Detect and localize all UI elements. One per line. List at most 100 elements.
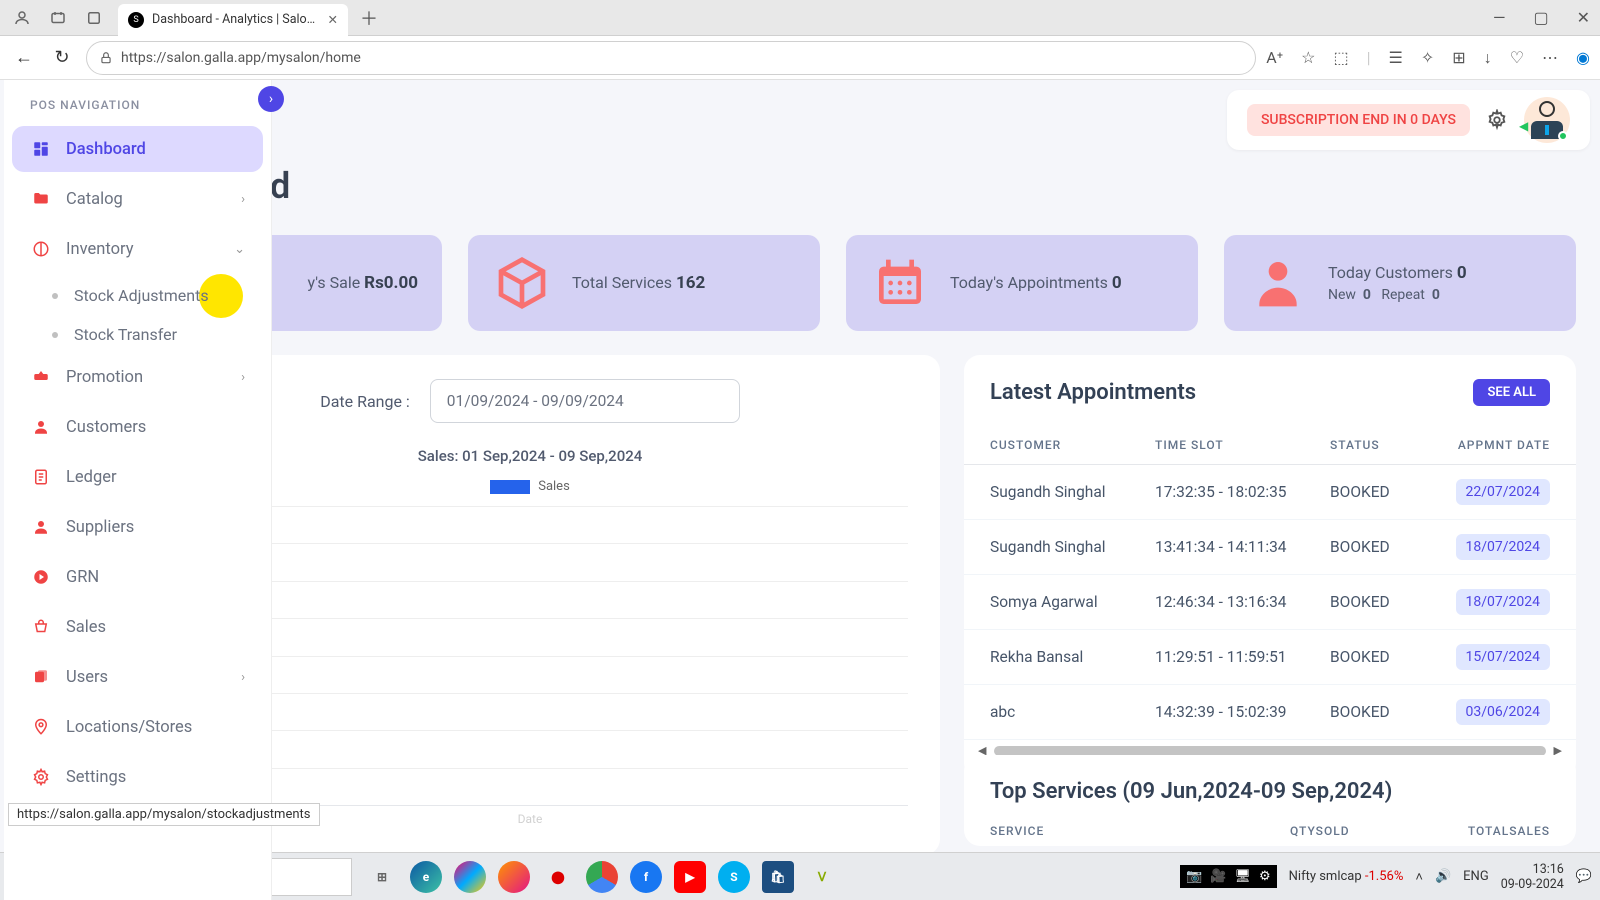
calendar-icon xyxy=(870,253,930,313)
sidebar-heading: POS NAVIGATION xyxy=(12,98,263,126)
workspaces-icon[interactable] xyxy=(46,6,70,30)
stock-widget[interactable]: Nifty smlcap -1.56% xyxy=(1289,869,1404,884)
tray-chevron-icon[interactable]: ˄ xyxy=(1415,869,1423,885)
folder-icon xyxy=(30,188,52,210)
date-range-input[interactable]: 01/09/2024 - 09/09/2024 xyxy=(430,379,740,423)
sidebar-item-catalog[interactable]: Catalog › xyxy=(12,176,263,222)
scroll-thumb[interactable] xyxy=(994,746,1545,756)
sidebar-item-suppliers[interactable]: Suppliers xyxy=(12,504,263,550)
sidebar-item-sales[interactable]: Sales xyxy=(12,604,263,650)
browser-menu-icon[interactable]: ♡ xyxy=(1510,48,1524,67)
sidebar-item-label: Suppliers xyxy=(66,518,134,537)
cell-customer: Sugandh Singhal xyxy=(990,483,1155,501)
new-tab-button[interactable]: ＋ xyxy=(360,5,378,31)
see-all-button[interactable]: SEE ALL xyxy=(1473,379,1550,406)
profile-icon[interactable] xyxy=(10,6,34,30)
table-row[interactable]: Sugandh Singhal13:41:34 - 14:11:34BOOKED… xyxy=(964,520,1576,575)
cell-time: 12:46:34 - 13:16:34 xyxy=(1155,593,1330,611)
volume-icon[interactable]: 🔊 xyxy=(1435,869,1451,884)
collections-icon[interactable]: ☰ xyxy=(1389,48,1403,67)
record-icon[interactable]: ⬤ xyxy=(542,861,574,893)
extensions-icon[interactable]: ⬚ xyxy=(1334,48,1349,67)
stat-sub-label: Repeat xyxy=(1381,287,1425,303)
read-aloud-icon[interactable]: A⁺ xyxy=(1266,48,1283,67)
browser-tab[interactable]: S Dashboard - Analytics | Salon & S ✕ xyxy=(118,4,348,36)
minimize-icon[interactable]: — xyxy=(1493,8,1506,27)
refresh-icon[interactable]: ↻ xyxy=(48,44,76,72)
sidebar-item-label: Locations/Stores xyxy=(66,718,192,737)
close-window-icon[interactable]: ✕ xyxy=(1577,8,1590,27)
app-icon-taskbar[interactable]: Ⅴ xyxy=(806,861,838,893)
downloads-icon[interactable]: ↓ xyxy=(1484,48,1492,68)
firefox-icon[interactable] xyxy=(498,861,530,893)
cell-status: BOOKED xyxy=(1330,648,1435,666)
stat-label: Total Services xyxy=(572,273,676,292)
back-icon[interactable]: ← xyxy=(10,44,38,72)
page-title-fragment: d xyxy=(270,165,289,207)
sidebar-item-inventory[interactable]: Inventory ⌄ xyxy=(12,226,263,272)
favorites-bar-icon[interactable]: ✧ xyxy=(1421,48,1434,67)
sidebar-subitem-stock-transfer[interactable]: Stock Transfer xyxy=(12,315,263,354)
cell-date: 22/07/2024 xyxy=(1435,479,1550,505)
sidebar-item-promotion[interactable]: Promotion › xyxy=(12,354,263,400)
address-bar[interactable]: https://salon.galla.app/mysalon/home xyxy=(86,41,1256,75)
skype-icon[interactable]: S xyxy=(718,861,750,893)
taskbar-clock[interactable]: 13:16 09-09-2024 xyxy=(1501,862,1564,892)
tab-favicon-icon: S xyxy=(128,12,144,28)
page-header: SUBSCRIPTION END IN 0 DAYS ◀ xyxy=(1227,90,1590,150)
online-status-icon xyxy=(1558,131,1568,141)
user-avatar[interactable]: ◀ xyxy=(1524,97,1570,143)
users-icon xyxy=(30,666,52,688)
table-row[interactable]: Sugandh Singhal17:32:35 - 18:02:35BOOKED… xyxy=(964,465,1576,520)
tab-actions-icon[interactable] xyxy=(82,6,106,30)
sidebar-item-settings[interactable]: Settings xyxy=(12,754,263,800)
tab-close-icon[interactable]: ✕ xyxy=(328,12,338,28)
stat-cards-row: y's Sale Rs0.00 Total Services 162 Today… xyxy=(120,235,1576,331)
sidebar-item-label: Catalog xyxy=(66,190,123,209)
facebook-icon[interactable]: f xyxy=(630,861,662,893)
table-row[interactable]: Somya Agarwal12:46:34 - 13:16:34BOOKED18… xyxy=(964,575,1576,630)
avatar-arrow-icon: ◀ xyxy=(1519,119,1528,133)
sidebar-toggle-button[interactable]: › xyxy=(258,86,284,112)
chrome-icon[interactable] xyxy=(586,861,618,893)
app-icon[interactable]: ⊞ xyxy=(1452,48,1465,67)
url-text: https://salon.galla.app/mysalon/home xyxy=(121,50,361,66)
sidebar-item-locations[interactable]: Locations/Stores xyxy=(12,704,263,750)
copilot-taskbar-icon[interactable] xyxy=(454,861,486,893)
sidebar-item-dashboard[interactable]: Dashboard xyxy=(12,126,263,172)
gear-icon[interactable] xyxy=(1486,109,1508,131)
browser-tab-bar: S Dashboard - Analytics | Salon & S ✕ ＋ … xyxy=(0,0,1600,36)
table-row[interactable]: abc14:32:39 - 15:02:39BOOKED03/06/2024 xyxy=(964,685,1576,740)
cell-time: 11:29:51 - 11:59:51 xyxy=(1155,648,1330,666)
language-indicator[interactable]: ENG xyxy=(1463,869,1489,884)
cell-date: 15/07/2024 xyxy=(1435,644,1550,670)
cell-customer: Rekha Bansal xyxy=(990,648,1155,666)
task-view-icon[interactable]: ⊞ xyxy=(366,861,398,893)
sidebar-item-label: Ledger xyxy=(66,468,117,487)
settings-tray-icon: ⚙ xyxy=(1259,869,1271,884)
more-icon[interactable]: ⋯ xyxy=(1542,48,1558,67)
chevron-right-icon: › xyxy=(241,192,245,207)
edge-icon[interactable]: e xyxy=(410,861,442,893)
notifications-icon[interactable]: 💬 xyxy=(1576,869,1592,884)
sidebar-item-ledger[interactable]: Ledger xyxy=(12,454,263,500)
favorite-icon[interactable]: ☆ xyxy=(1301,48,1315,67)
stat-card-todays-appointments: Today's Appointments 0 xyxy=(846,235,1198,331)
table-row[interactable]: Rekha Bansal11:29:51 - 11:59:51BOOKED15/… xyxy=(964,630,1576,685)
copilot-icon[interactable]: ◉ xyxy=(1576,48,1590,67)
split-icon[interactable]: | xyxy=(1367,48,1371,67)
maximize-icon[interactable]: ▢ xyxy=(1533,8,1548,27)
store-icon[interactable]: 🛍 xyxy=(762,861,794,893)
stat-label: Today Customers xyxy=(1328,263,1457,282)
youtube-icon[interactable]: ▶ xyxy=(674,861,706,893)
tray-group[interactable]: 📷 🎥 🖥 ⚙ xyxy=(1180,865,1277,888)
cell-date: 03/06/2024 xyxy=(1435,699,1550,725)
box-icon xyxy=(492,253,552,313)
sidebar-item-users[interactable]: Users › xyxy=(12,654,263,700)
sidebar-item-grn[interactable]: GRN xyxy=(12,554,263,600)
sidebar-item-customers[interactable]: Customers xyxy=(12,404,263,450)
monitor-tray-icon: 🖥 xyxy=(1234,869,1251,884)
stat-value: 0 xyxy=(1112,273,1122,293)
sidebar-subitem-stock-adjustments[interactable]: Stock Adjustments xyxy=(12,276,263,315)
legend-swatch xyxy=(490,480,530,494)
